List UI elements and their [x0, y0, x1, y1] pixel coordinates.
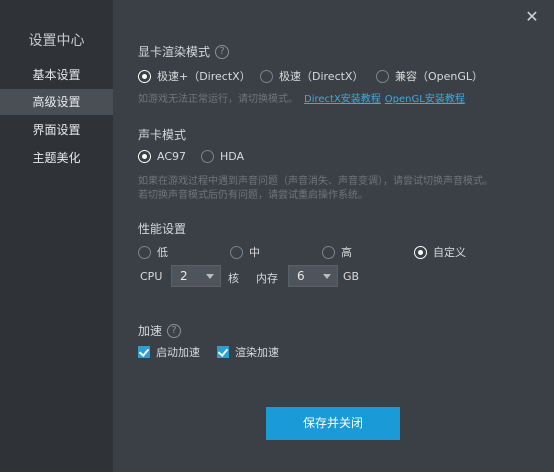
- performance-options: 低 中 高 自定义: [138, 244, 518, 260]
- acceleration-title: 加速 ?: [138, 322, 182, 339]
- radio-render-opengl[interactable]: 兼容（OpenGL）: [376, 68, 483, 84]
- radio-selected-icon: [414, 245, 427, 259]
- memory-select[interactable]: 6: [288, 265, 338, 287]
- sidebar-title: 设置中心: [28, 33, 85, 49]
- radio-unselected-icon: [201, 150, 214, 163]
- render-mode-options: 极速+（DirectX） 极速（DirectX） 兼容（OpenGL）: [138, 68, 538, 84]
- radio-label: HDA: [220, 150, 245, 163]
- checkbox-label: 启动加速: [156, 346, 200, 359]
- sound-mode-title: 声卡模式: [138, 126, 186, 143]
- radio-render-directx-plus[interactable]: 极速+（DirectX）: [138, 68, 251, 84]
- acceleration-label: 加速: [138, 324, 163, 338]
- radio-unselected-icon: [322, 245, 335, 259]
- radio-unselected-icon: [138, 245, 151, 259]
- memory-unit-label: GB: [343, 270, 360, 283]
- radio-selected-icon: [138, 150, 151, 163]
- directx-tutorial-link[interactable]: DirectX安装教程: [304, 94, 381, 105]
- radio-unselected-icon: [376, 69, 389, 83]
- cpu-label: CPU: [140, 270, 163, 283]
- sidebar-item-theme[interactable]: 主题美化: [0, 145, 113, 171]
- radio-label: 低: [157, 246, 168, 259]
- chevron-down-icon: [323, 274, 331, 279]
- render-mode-label: 显卡渲染模式: [138, 45, 211, 59]
- radio-label: 极速+（DirectX）: [157, 70, 251, 83]
- settings-window: 设置中心 基本设置 高级设置 界面设置 主题美化 ✕ 显卡渲染模式 ? 极速+（…: [0, 0, 554, 472]
- checkbox-boot-acceleration[interactable]: 启动加速: [138, 344, 200, 360]
- settings-content: 显卡渲染模式 ? 极速+（DirectX） 极速（DirectX） 兼容（Ope…: [113, 0, 554, 472]
- checkbox-checked-icon: [138, 346, 150, 358]
- radio-unselected-icon: [260, 69, 273, 83]
- memory-label: 内存: [256, 272, 278, 285]
- sound-mode-label: 声卡模式: [138, 128, 187, 142]
- radio-label: 自定义: [433, 246, 466, 259]
- help-icon[interactable]: ?: [167, 323, 182, 338]
- checkbox-render-acceleration[interactable]: 渲染加速: [217, 344, 279, 360]
- memory-value: 6: [297, 269, 305, 283]
- cpu-core-value: 2: [180, 269, 188, 283]
- sidebar-item-advanced[interactable]: 高级设置: [0, 89, 113, 115]
- radio-label: AC97: [157, 150, 187, 163]
- render-mode-hint: 如游戏无法正常运行，请切换模式。 DirectX安装教程 OpenGL安装教程: [138, 93, 465, 107]
- radio-unselected-icon: [230, 245, 243, 259]
- help-icon[interactable]: ?: [215, 44, 230, 59]
- sidebar-item-interface[interactable]: 界面设置: [0, 117, 113, 143]
- radio-perf-custom[interactable]: 自定义: [414, 244, 466, 260]
- radio-perf-high[interactable]: 高: [322, 244, 352, 260]
- radio-label: 极速（DirectX）: [279, 70, 364, 83]
- render-mode-title: 显卡渲染模式 ?: [138, 43, 230, 60]
- sidebar-item-basic[interactable]: 基本设置: [0, 62, 113, 88]
- radio-sound-hda[interactable]: HDA: [201, 150, 244, 163]
- checkbox-checked-icon: [217, 346, 229, 358]
- radio-perf-medium[interactable]: 中: [230, 244, 260, 260]
- checkbox-label: 渲染加速: [235, 346, 279, 359]
- opengl-tutorial-link[interactable]: OpenGL安装教程: [385, 94, 465, 105]
- radio-label: 高: [341, 246, 352, 259]
- sidebar: 设置中心 基本设置 高级设置 界面设置 主题美化: [0, 0, 113, 472]
- performance-label: 性能设置: [138, 222, 187, 236]
- save-and-close-button[interactable]: 保存并关闭: [266, 407, 400, 440]
- radio-render-directx[interactable]: 极速（DirectX）: [260, 68, 363, 84]
- render-hint-text: 如游戏无法正常运行，请切换模式。: [138, 94, 298, 105]
- radio-selected-icon: [138, 69, 151, 83]
- radio-label: 兼容（OpenGL）: [395, 70, 484, 83]
- performance-title: 性能设置: [138, 220, 186, 237]
- radio-label: 中: [249, 246, 260, 259]
- radio-sound-ac97[interactable]: AC97: [138, 150, 186, 163]
- cpu-core-select[interactable]: 2: [171, 265, 221, 287]
- chevron-down-icon: [206, 274, 214, 279]
- sound-mode-hint-2: 若切换声音模式后仍有问题，请尝试重启操作系统。: [138, 190, 368, 201]
- sound-mode-options: AC97 HDA: [138, 150, 338, 166]
- cpu-unit-label: 核: [228, 272, 239, 285]
- radio-perf-low[interactable]: 低: [138, 244, 168, 260]
- sound-mode-hint-1: 如果在游戏过程中遇到声音问题（声音消失、声音变调），请尝试切换声音模式。: [138, 176, 493, 187]
